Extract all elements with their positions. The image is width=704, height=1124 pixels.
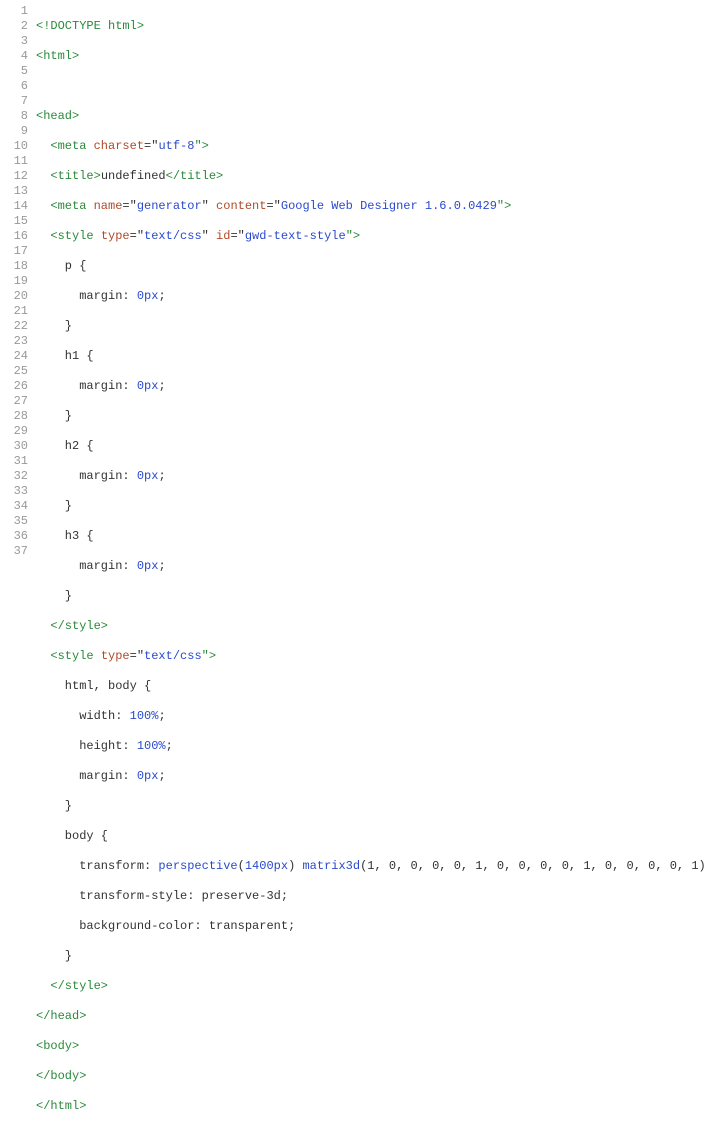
code-line: <html> — [36, 49, 704, 64]
line-number: 37 — [0, 544, 28, 559]
code-line: <meta name="generator" content="Google W… — [36, 199, 704, 214]
line-number: 18 — [0, 259, 28, 274]
code-line: </html> — [36, 1099, 704, 1114]
code-line: margin: 0px; — [36, 379, 704, 394]
line-number: 28 — [0, 409, 28, 424]
code-line: body { — [36, 829, 704, 844]
code-line: <!DOCTYPE html> — [36, 19, 704, 34]
line-number: 12 — [0, 169, 28, 184]
code-line: } — [36, 499, 704, 514]
line-number: 7 — [0, 94, 28, 109]
line-number: 20 — [0, 289, 28, 304]
code-line: </style> — [36, 979, 704, 994]
code-line: height: 100%; — [36, 739, 704, 754]
code-line: <style type="text/css"> — [36, 649, 704, 664]
code-line: width: 100%; — [36, 709, 704, 724]
line-number: 24 — [0, 349, 28, 364]
line-number: 16 — [0, 229, 28, 244]
line-number: 31 — [0, 454, 28, 469]
code-editor: 1234567891011121314151617181920212223242… — [0, 0, 704, 1124]
line-number: 13 — [0, 184, 28, 199]
code-line: } — [36, 409, 704, 424]
line-number: 3 — [0, 34, 28, 49]
line-number: 19 — [0, 274, 28, 289]
line-number: 30 — [0, 439, 28, 454]
code-line: <meta charset="utf-8"> — [36, 139, 704, 154]
code-line: } — [36, 799, 704, 814]
line-number: 8 — [0, 109, 28, 124]
code-line: h3 { — [36, 529, 704, 544]
code-line: <style type="text/css" id="gwd-text-styl… — [36, 229, 704, 244]
code-line: </head> — [36, 1009, 704, 1024]
line-number: 5 — [0, 64, 28, 79]
line-number: 23 — [0, 334, 28, 349]
line-number: 35 — [0, 514, 28, 529]
code-line: } — [36, 319, 704, 334]
line-number: 26 — [0, 379, 28, 394]
line-number: 32 — [0, 469, 28, 484]
code-line: <title>undefined</title> — [36, 169, 704, 184]
line-number: 10 — [0, 139, 28, 154]
code-line: <head> — [36, 109, 704, 124]
line-number: 21 — [0, 304, 28, 319]
code-line: margin: 0px; — [36, 289, 704, 304]
line-number: 33 — [0, 484, 28, 499]
code-line: margin: 0px; — [36, 469, 704, 484]
line-number: 4 — [0, 49, 28, 64]
line-number: 2 — [0, 19, 28, 34]
line-number: 15 — [0, 214, 28, 229]
code-line: margin: 0px; — [36, 559, 704, 574]
code-line: transform-style: preserve-3d; — [36, 889, 704, 904]
code-content: <!DOCTYPE html> <html> <head> <meta char… — [36, 4, 704, 1124]
code-line: </style> — [36, 619, 704, 634]
line-number: 27 — [0, 394, 28, 409]
code-line: margin: 0px; — [36, 769, 704, 784]
line-number: 9 — [0, 124, 28, 139]
line-number: 14 — [0, 199, 28, 214]
code-line: background-color: transparent; — [36, 919, 704, 934]
line-number: 34 — [0, 499, 28, 514]
code-line: } — [36, 949, 704, 964]
code-line: <body> — [36, 1039, 704, 1054]
code-line: } — [36, 589, 704, 604]
line-number-gutter: 1234567891011121314151617181920212223242… — [0, 4, 36, 1124]
code-line — [36, 79, 704, 94]
line-number: 6 — [0, 79, 28, 94]
code-line: transform: perspective(1400px) matrix3d(… — [36, 859, 704, 874]
line-number: 36 — [0, 529, 28, 544]
line-number: 1 — [0, 4, 28, 19]
line-number: 17 — [0, 244, 28, 259]
code-line: p { — [36, 259, 704, 274]
code-line: </body> — [36, 1069, 704, 1084]
code-line: h2 { — [36, 439, 704, 454]
line-number: 22 — [0, 319, 28, 334]
code-line: h1 { — [36, 349, 704, 364]
code-line: html, body { — [36, 679, 704, 694]
line-number: 11 — [0, 154, 28, 169]
line-number: 29 — [0, 424, 28, 439]
line-number: 25 — [0, 364, 28, 379]
